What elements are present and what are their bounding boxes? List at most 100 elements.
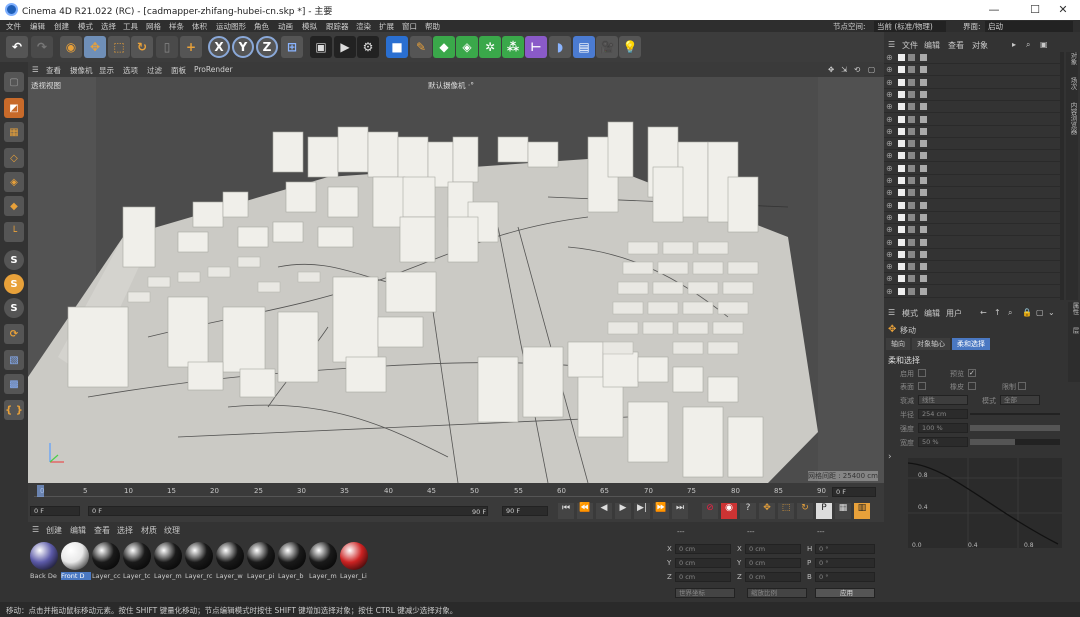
object-row[interactable]: ⊕	[884, 150, 1060, 163]
side-tab-attributes[interactable]: 属性	[1071, 302, 1079, 315]
attr-lock-icon[interactable]: 🔒	[1022, 308, 1032, 317]
move-tool-icon[interactable]: ✥	[84, 36, 106, 58]
editor-visibility-icon[interactable]	[908, 78, 915, 86]
frame-end-box[interactable]: 0 F	[832, 487, 876, 497]
attr-search-icon[interactable]: ⌕	[1008, 308, 1012, 318]
size-mode-dropdown[interactable]: 缩放比例	[747, 588, 807, 598]
render-view-icon[interactable]: ▣	[310, 36, 332, 58]
restrict-checkbox[interactable]	[1018, 382, 1026, 390]
viewport-menu-icon[interactable]: ☰	[32, 65, 39, 74]
render-visibility-icon[interactable]	[920, 164, 927, 172]
polygons-mode-icon[interactable]: ◆	[4, 196, 24, 216]
planar-workplane-icon[interactable]: ▩	[4, 374, 24, 394]
play-icon[interactable]: ▶	[615, 503, 631, 519]
prev-key-icon[interactable]: ⏪	[577, 503, 593, 519]
menu-simulate[interactable]: 模拟	[302, 21, 317, 32]
cloner-icon[interactable]: ✲	[479, 36, 501, 58]
mat-menu-material[interactable]: 材质	[141, 525, 157, 536]
obj-menu-edit[interactable]: 编辑	[924, 40, 940, 51]
camera-icon[interactable]: 🎥	[596, 36, 618, 58]
redo-icon[interactable]: ↷	[31, 36, 53, 58]
field-icon[interactable]: ◗	[549, 36, 571, 58]
preview-checkbox[interactable]: ✓	[968, 369, 976, 377]
undo-icon[interactable]: ↶	[6, 36, 28, 58]
obj-search-icon[interactable]: ⌕	[1026, 40, 1030, 50]
object-menu-icon[interactable]: ☰	[888, 40, 895, 49]
goto-end-icon[interactable]: ⏭	[672, 503, 688, 519]
mode-dropdown[interactable]: 全部	[1000, 395, 1040, 405]
object-row[interactable]: ⊕	[884, 89, 1060, 101]
surface-checkbox[interactable]	[918, 382, 926, 390]
selection-tool-icon[interactable]: ◉	[60, 36, 82, 58]
enable-checkbox[interactable]	[918, 369, 926, 377]
menu-tracker[interactable]: 跟踪器	[326, 21, 349, 32]
side-tab-layers[interactable]: 层	[1071, 327, 1079, 334]
viewport-camera[interactable]: 默认摄像机 ·°	[428, 80, 474, 91]
menu-mode[interactable]: 模式	[78, 21, 93, 32]
editor-visibility-icon[interactable]	[908, 66, 915, 74]
vp-menu-display[interactable]: 显示	[99, 65, 114, 76]
axis-mode-icon[interactable]: └	[4, 222, 24, 242]
object-row[interactable]: ⊕	[884, 77, 1060, 89]
model-mode-icon[interactable]: ◩	[4, 98, 24, 118]
rot-p-field[interactable]: 0 °	[815, 558, 875, 568]
generator-icon[interactable]: ◈	[456, 36, 478, 58]
object-row[interactable]: ⊕	[884, 187, 1060, 200]
menu-character[interactable]: 角色	[254, 21, 269, 32]
key-parameter-icon[interactable]: P	[816, 503, 832, 519]
apply-button[interactable]: 应用	[815, 588, 875, 598]
layout-dropdown[interactable]: 启动	[985, 21, 1073, 32]
editor-visibility-icon[interactable]	[908, 54, 915, 61]
object-row[interactable]: ⊕	[884, 163, 1060, 175]
editor-visibility-icon[interactable]	[908, 152, 915, 160]
pan-icon[interactable]: ✥	[828, 65, 834, 74]
recent-tool-icon[interactable]: ▯	[156, 36, 178, 58]
make-editable-icon[interactable]: ▢	[4, 72, 24, 92]
zoom-icon[interactable]: ⇲	[841, 65, 847, 74]
menu-edit[interactable]: 编辑	[30, 21, 45, 32]
node-space-dropdown[interactable]: 当前 (标准/物理)	[874, 21, 946, 32]
pos-y-field[interactable]: 0 cm	[675, 558, 731, 568]
z-axis-button[interactable]: Z	[256, 36, 278, 58]
menu-window[interactable]: 窗口	[402, 21, 417, 32]
editor-visibility-icon[interactable]	[908, 250, 915, 258]
editor-visibility-icon[interactable]	[908, 127, 915, 135]
render-visibility-icon[interactable]	[920, 140, 927, 148]
pos-x-field[interactable]: 0 cm	[675, 544, 731, 554]
attr-back-icon[interactable]: ←	[980, 308, 987, 317]
key-rotation-icon[interactable]: ↻	[797, 503, 813, 519]
menu-select[interactable]: 选择	[101, 21, 116, 32]
pen-spline-icon[interactable]: ✎	[410, 36, 432, 58]
attr-more-icon[interactable]: ⌄	[1048, 308, 1055, 317]
size-x-field[interactable]: 0 cm	[745, 544, 801, 554]
material-swatch[interactable]	[185, 542, 213, 570]
quantize-icon[interactable]: { }	[4, 400, 24, 420]
object-row[interactable]: ⊕	[884, 175, 1060, 187]
menu-create[interactable]: 创建	[54, 21, 69, 32]
material-swatch[interactable]	[247, 542, 275, 570]
timeline-window-icon[interactable]: ▥	[854, 503, 870, 519]
render-visibility-icon[interactable]	[920, 90, 927, 98]
editor-visibility-icon[interactable]	[908, 213, 915, 221]
render-visibility-icon[interactable]	[920, 250, 927, 258]
key-scale-icon[interactable]: ⬚	[778, 503, 794, 519]
vp-menu-filter[interactable]: 过滤	[147, 65, 162, 76]
timeline-ruler[interactable]: 0 5 10 15 20 25 30 35 40 45 50 55 60 65 …	[34, 485, 828, 497]
attr-menu-icon[interactable]: ☰	[888, 308, 895, 317]
graph-expand-icon[interactable]: ›	[888, 452, 892, 462]
key-position-icon[interactable]: ✥	[759, 503, 775, 519]
material-swatch[interactable]	[30, 542, 58, 570]
material-swatch[interactable]	[92, 542, 120, 570]
prev-frame-icon[interactable]: ◀	[596, 503, 612, 519]
side-tab-takes[interactable]: 场次	[1069, 77, 1077, 90]
render-to-picture-viewer-icon[interactable]: ▶	[334, 36, 356, 58]
rot-b-field[interactable]: 0 °	[815, 572, 875, 582]
editor-visibility-icon[interactable]	[908, 177, 915, 184]
tab-soft-selection[interactable]: 柔和选择	[952, 338, 990, 350]
render-visibility-icon[interactable]	[920, 275, 927, 283]
subdivision-icon[interactable]: ◆	[433, 36, 455, 58]
vp-menu-view[interactable]: 查看	[46, 65, 61, 76]
object-row[interactable]: ⊕	[884, 237, 1060, 249]
material-swatch[interactable]	[309, 542, 337, 570]
mat-menu-view[interactable]: 查看	[94, 525, 110, 536]
